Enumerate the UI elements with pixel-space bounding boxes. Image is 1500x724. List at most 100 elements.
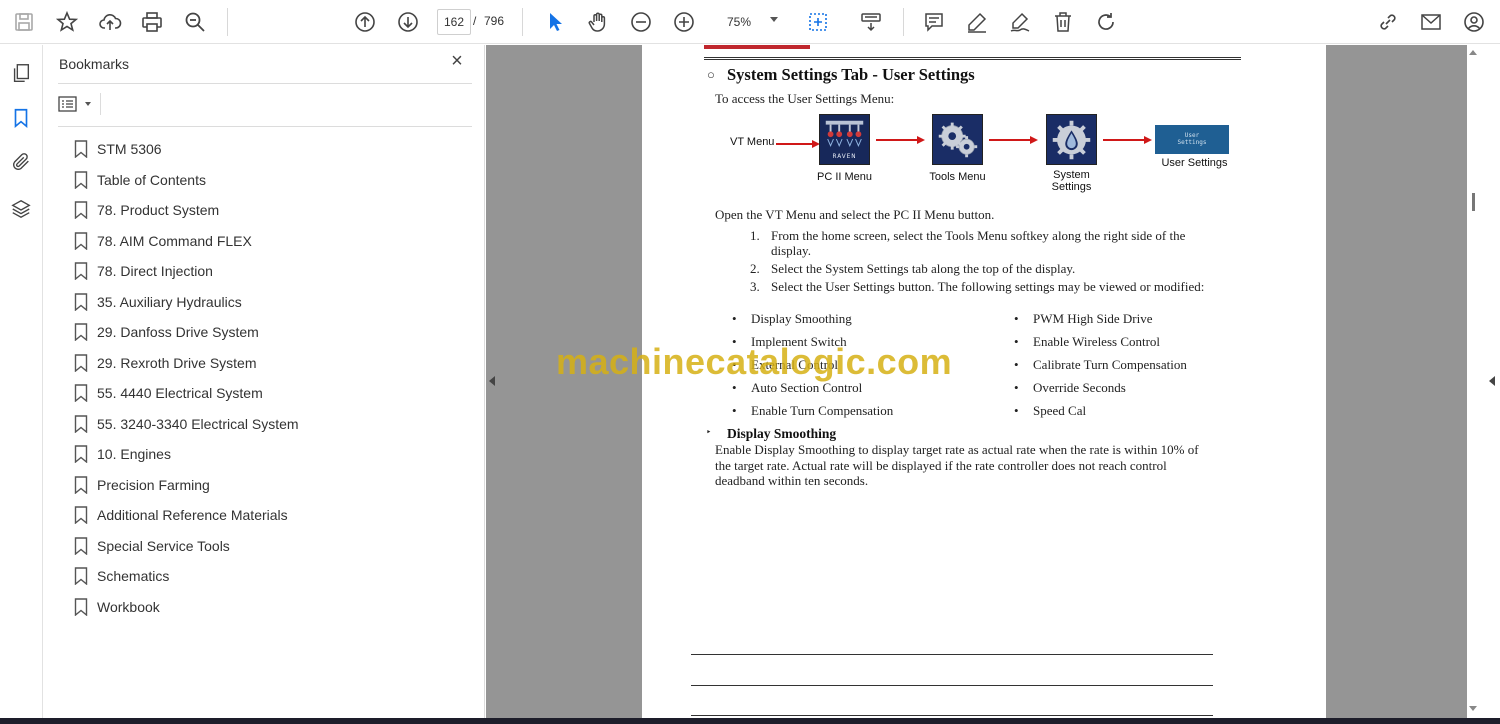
bookmark-icon <box>74 598 88 616</box>
bookmark-label: 55. 4440 Electrical System <box>97 385 263 402</box>
step-item: 3. Select the User Settings button. The f… <box>750 279 1210 294</box>
bookmark-item[interactable]: 55. 3240-3340 Electrical System <box>74 409 474 440</box>
bookmarks-title: Bookmarks <box>59 56 130 72</box>
bookmark-label: Workbook <box>97 598 160 615</box>
close-icon[interactable]: × <box>447 51 467 71</box>
flow-arrow <box>876 139 918 141</box>
star-icon[interactable] <box>52 7 82 37</box>
flow-arrow-head <box>917 136 925 144</box>
zoom-out-icon[interactable] <box>626 7 656 37</box>
raven-logo-text: RAVEN <box>833 154 857 160</box>
expand-panel-right-icon[interactable] <box>1489 376 1495 386</box>
bookmark-item[interactable]: 78. Product System <box>74 195 474 226</box>
delete-icon[interactable] <box>1048 7 1078 37</box>
bookmark-item[interactable]: 29. Rexroth Drive System <box>74 348 474 379</box>
page-thumbnails-icon[interactable] <box>7 59 35 87</box>
section-marker <box>704 45 810 49</box>
system-settings-label: System Settings <box>1036 169 1107 193</box>
flow-arrow-head <box>1144 136 1152 144</box>
bookmark-item[interactable]: Schematics <box>74 561 474 592</box>
zoom-in-icon[interactable] <box>669 7 699 37</box>
redo-icon[interactable] <box>1091 7 1121 37</box>
page-down-icon[interactable] <box>393 7 423 37</box>
note-line <box>691 715 1213 716</box>
bookmark-icon <box>74 354 88 372</box>
comment-icon[interactable] <box>919 7 949 37</box>
bookmark-icon <box>74 201 88 220</box>
collapse-panel-left-icon[interactable] <box>489 376 495 386</box>
section-heading: System Settings Tab - User Settings <box>727 65 975 84</box>
step-text: Select the User Settings button. The fol… <box>771 279 1205 294</box>
bookmark-icon <box>74 323 88 342</box>
highlight-pen-icon[interactable] <box>962 7 992 37</box>
heading-bullet: ○ <box>707 67 715 82</box>
bookmark-label: 78. Product System <box>97 202 220 219</box>
bookmark-icon <box>74 537 88 555</box>
bookmark-item[interactable]: 29. Danfoss Drive System <box>74 317 474 348</box>
bookmark-item[interactable]: Additional Reference Materials <box>74 500 474 531</box>
bookmark-label: Table of Contents <box>97 171 206 188</box>
cloud-upload-icon[interactable] <box>95 7 125 37</box>
bookmark-label: 29. Rexroth Drive System <box>97 354 257 371</box>
bookmark-item[interactable]: 78. AIM Command FLEX <box>74 226 474 257</box>
setting-item: Auto Section Control <box>732 380 893 403</box>
bookmark-icon <box>74 415 88 433</box>
bookmark-label: 78. Direct Injection <box>97 263 213 280</box>
bookmark-item[interactable]: Precision Farming <box>74 470 474 501</box>
bookmark-item[interactable]: 35. Auxiliary Hydraulics <box>74 287 474 318</box>
select-cursor-icon[interactable] <box>540 7 570 37</box>
scrollbar-thumb[interactable] <box>1472 193 1475 211</box>
bookmark-item[interactable]: STM 5306 <box>74 134 474 165</box>
bookmark-options-button[interactable] <box>58 93 94 115</box>
main-toolbar: 162 / 796 75% <box>0 0 1500 44</box>
bookmark-label: STM 5306 <box>97 141 162 158</box>
layers-icon[interactable] <box>7 195 35 223</box>
zoom-level-select[interactable]: 75% <box>713 9 785 35</box>
bookmark-icon <box>74 476 88 494</box>
bookmark-item[interactable]: Workbook <box>74 592 474 623</box>
bookmark-item[interactable]: Table of Contents <box>74 165 474 196</box>
sign-icon[interactable] <box>1005 7 1035 37</box>
system-settings-label-line1: System <box>1053 169 1090 181</box>
page-up-icon[interactable] <box>350 7 380 37</box>
toolbar-separator <box>903 8 904 36</box>
scroll-down-icon[interactable] <box>1469 706 1477 711</box>
email-icon[interactable] <box>1416 7 1446 37</box>
setting-item: Enable Wireless Control <box>1014 334 1187 357</box>
page-number-input[interactable]: 162 <box>437 9 471 35</box>
chevron-down-icon[interactable] <box>770 17 778 22</box>
zoom-search-icon[interactable] <box>180 7 210 37</box>
attachment-icon[interactable] <box>7 148 35 176</box>
save-icon[interactable] <box>9 7 39 37</box>
bookmark-label: Special Service Tools <box>97 537 230 554</box>
navigation-rail <box>0 45 43 718</box>
description-paragraph: Enable Display Smoothing to display targ… <box>715 442 1199 488</box>
hand-tool-icon[interactable] <box>583 7 613 37</box>
bookmark-icon <box>74 506 88 525</box>
link-icon[interactable] <box>1373 7 1403 37</box>
print-icon[interactable] <box>137 7 167 37</box>
scroll-up-icon[interactable] <box>1469 50 1477 55</box>
account-icon[interactable] <box>1459 7 1489 37</box>
note-line <box>691 685 1213 686</box>
flow-arrow-head <box>1030 136 1038 144</box>
bookmark-item[interactable]: 55. 4440 Electrical System <box>74 378 474 409</box>
bookmark-item[interactable]: Special Service Tools <box>74 531 474 562</box>
step-item: 1. From the home screen, select the Tools… <box>750 228 1210 258</box>
bookmark-panel-icon[interactable] <box>7 104 35 132</box>
setting-item: Enable Turn Compensation <box>732 403 893 426</box>
bookmark-list: STM 5306 Table of Contents 78. Product S… <box>74 134 474 622</box>
bookmark-item[interactable]: 78. Direct Injection <box>74 256 474 287</box>
divider <box>58 83 472 84</box>
bookmark-icon <box>74 140 88 159</box>
tools-menu-label: Tools Menu <box>929 171 986 183</box>
chevron-down-icon <box>85 102 91 106</box>
step-text: Select the System Settings tab along the… <box>771 261 1076 276</box>
read-mode-icon[interactable] <box>856 7 886 37</box>
bookmark-label: 29. Danfoss Drive System <box>97 324 259 341</box>
flow-arrow <box>1103 139 1145 141</box>
bookmark-item[interactable]: 10. Engines <box>74 439 474 470</box>
fit-page-icon[interactable] <box>803 7 833 37</box>
pc2-menu-button-image: RAVEN <box>819 114 870 165</box>
settings-drop-icon <box>1047 115 1096 164</box>
